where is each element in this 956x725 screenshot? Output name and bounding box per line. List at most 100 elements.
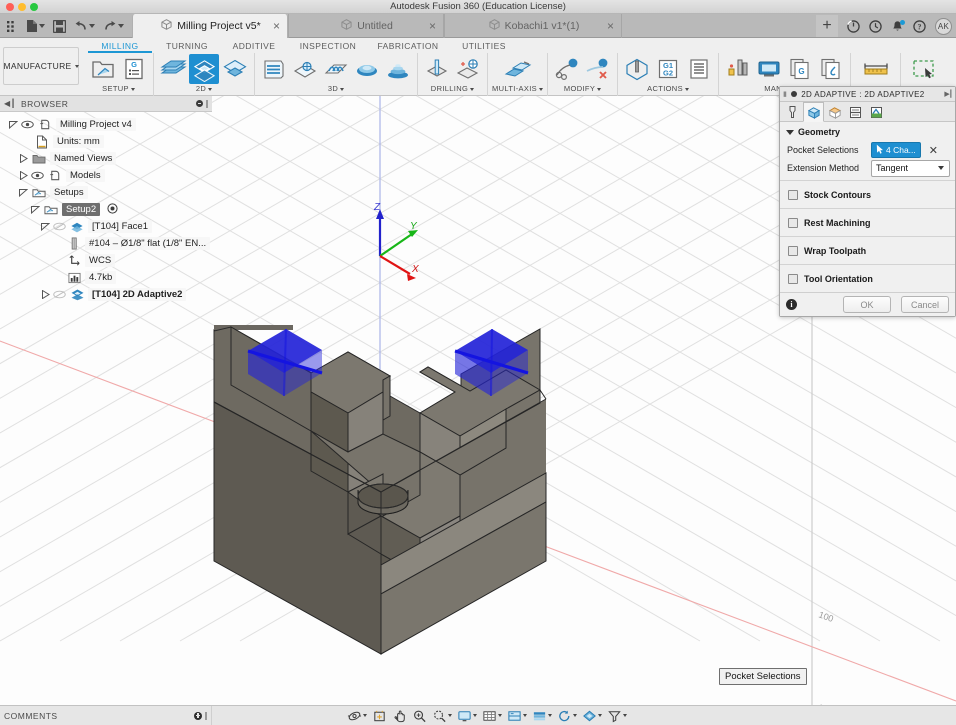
pan-icon[interactable] (390, 708, 409, 724)
g-code-icon[interactable]: G1 G2 (653, 54, 683, 84)
3d-pocket-icon[interactable] (290, 54, 320, 84)
grid-snaps-chevron-down-icon[interactable] (498, 714, 502, 717)
ribbon-panel-label-multi-axis[interactable]: MULTI-AXIS (492, 83, 544, 95)
drilling-panel-chevron-down-icon[interactable] (470, 87, 475, 91)
linking-tab-icon[interactable] (866, 102, 887, 122)
tree-row-units[interactable]: Units: mm (0, 133, 212, 150)
refresh-chevron-down-icon[interactable] (573, 714, 577, 717)
tree-row-milling-project[interactable]: Milling Project v4 (0, 116, 212, 133)
ok-button[interactable]: OK (843, 296, 891, 313)
select-icon[interactable] (909, 54, 939, 84)
face-icon[interactable] (158, 54, 188, 84)
add-comment-icon[interactable] (194, 711, 202, 720)
stock-contours-section[interactable]: Stock Contours (780, 180, 955, 208)
drill-icon[interactable] (422, 54, 452, 84)
recent-icon[interactable] (869, 19, 882, 33)
multiaxis-panel-chevron-down-icon[interactable] (539, 87, 544, 91)
ribbon-tab-additive[interactable]: ADDITIVE (220, 39, 288, 52)
filter-icon[interactable] (605, 708, 629, 724)
ribbon-tab-inspection[interactable]: INSPECTION (288, 39, 368, 52)
expand-twisty-down-icon[interactable] (8, 120, 18, 130)
ribbon-panel-label-modify[interactable]: MODIFY (564, 83, 602, 95)
expand-twisty-right-icon[interactable] (40, 290, 50, 300)
tool-tab-icon[interactable] (782, 102, 803, 122)
tree-row-ncfile[interactable]: 4.7kb (0, 269, 212, 286)
comments-resize-handle[interactable] (205, 711, 207, 720)
rest-machining-checkbox[interactable] (788, 217, 798, 228)
tool-library-icon[interactable] (723, 54, 753, 84)
extension-method-select[interactable]: Tangent (871, 159, 950, 177)
tree-row-setups[interactable]: Setups (0, 184, 212, 201)
tree-row-tool[interactable]: #104 – Ø1/8" flat (1/8" EN... (0, 235, 212, 252)
parallel-icon[interactable] (321, 54, 351, 84)
heights-tab-icon[interactable] (824, 102, 845, 122)
document-tab-close-1[interactable]: × (429, 20, 436, 32)
section-chevron-down-icon[interactable] (786, 129, 794, 135)
ribbon-tab-milling[interactable]: MILLING (86, 39, 154, 53)
file-icon[interactable] (23, 17, 48, 35)
ribbon-panel-label-setup[interactable]: SETUP (102, 83, 135, 95)
avatar[interactable]: AK (935, 17, 952, 35)
rest-machining-section[interactable]: Rest Machining (780, 208, 955, 236)
3d-adaptive-icon[interactable] (259, 54, 289, 84)
ribbon-tab-fabrication[interactable]: FABRICATION (368, 39, 448, 52)
viewports-chevron-down-icon[interactable] (523, 714, 527, 717)
ribbon-panel-label-drilling[interactable]: DRILLING (431, 83, 475, 95)
environment-switcher-button[interactable]: MANUFACTURE (3, 47, 79, 85)
geometry-section-header[interactable]: Geometry (780, 122, 955, 140)
measure-icon[interactable] (861, 54, 891, 84)
undo-chevron-down-icon[interactable] (89, 24, 95, 28)
extensions-icon[interactable] (816, 54, 846, 84)
scallop-icon[interactable] (352, 54, 382, 84)
post-library-icon[interactable]: G (785, 54, 815, 84)
cancel-button[interactable]: Cancel (901, 296, 949, 313)
post-process-icon[interactable]: G (119, 54, 149, 84)
visibility-eye-icon[interactable] (31, 171, 44, 180)
expand-twisty-right-icon[interactable] (18, 171, 28, 181)
expand-twisty-down-icon[interactable] (18, 188, 28, 198)
clear-pocket-selections-icon[interactable]: ✕ (929, 144, 938, 157)
environment-chevron-down-icon[interactable] (74, 64, 79, 68)
document-tab-0[interactable]: Milling Project v5* × (132, 14, 288, 38)
document-tab-close-2[interactable]: × (607, 20, 614, 32)
browser-resize-handle[interactable] (206, 99, 208, 108)
2d-pocket-icon[interactable] (220, 54, 250, 84)
zoom-window-icon[interactable] (430, 708, 454, 724)
tool-orientation-checkbox[interactable] (788, 273, 798, 284)
visibility-eye-icon[interactable] (21, 120, 34, 129)
browser-collapse-icon[interactable]: ◀┃ (4, 99, 16, 108)
filter-chevron-down-icon[interactable] (623, 714, 627, 717)
document-tab-2[interactable]: Kobachi1 v1*(1) × (444, 14, 622, 38)
visibility-eye-off-icon[interactable] (53, 290, 66, 299)
setup-icon[interactable] (88, 54, 118, 84)
viewports-icon[interactable] (505, 708, 529, 724)
2d-adaptive-dialog[interactable]: ▮ 2D ADAPTIVE : 2D ADAPTIVE2 ▶┃ Geometry… (779, 86, 956, 317)
expand-twisty-down-icon[interactable] (40, 222, 50, 232)
browser-options-icon[interactable] (196, 100, 203, 107)
document-tab-close-0[interactable]: × (273, 20, 280, 32)
dialog-collapse-icon[interactable]: ▶┃ (944, 90, 953, 98)
info-icon[interactable]: i (786, 299, 797, 310)
tool-orientation-section[interactable]: Tool Orientation (780, 264, 955, 292)
setup-target-icon[interactable] (107, 202, 118, 217)
appearance-icon[interactable] (580, 708, 604, 724)
refresh-icon[interactable] (555, 708, 579, 724)
look-at-icon[interactable] (370, 708, 389, 724)
tree-row-face1[interactable]: [T104] Face1 (0, 218, 212, 235)
undo-icon[interactable] (71, 18, 98, 34)
ribbon-tab-turning[interactable]: TURNING (154, 39, 220, 52)
ribbon-panel-label-3d[interactable]: 3D (328, 83, 345, 95)
dialog-title-bar[interactable]: ▮ 2D ADAPTIVE : 2D ADAPTIVE2 ▶┃ (780, 87, 955, 102)
setup-panel-chevron-down-icon[interactable] (130, 87, 135, 91)
simulate-icon[interactable] (622, 54, 652, 84)
zoom-icon[interactable] (410, 708, 429, 724)
pocket-selections-button[interactable]: 4 Cha... (871, 142, 921, 158)
tree-row-wcs[interactable]: WCS (0, 252, 212, 269)
tree-row-named-views[interactable]: Named Views (0, 150, 212, 167)
display-settings-icon[interactable] (455, 708, 479, 724)
expand-twisty-down-icon[interactable] (30, 205, 40, 215)
layers-chevron-down-icon[interactable] (548, 714, 552, 717)
app-grid-icon[interactable] (4, 19, 21, 34)
help-icon[interactable]: ? (913, 19, 926, 33)
document-tab-1[interactable]: Untitled × (288, 14, 444, 38)
